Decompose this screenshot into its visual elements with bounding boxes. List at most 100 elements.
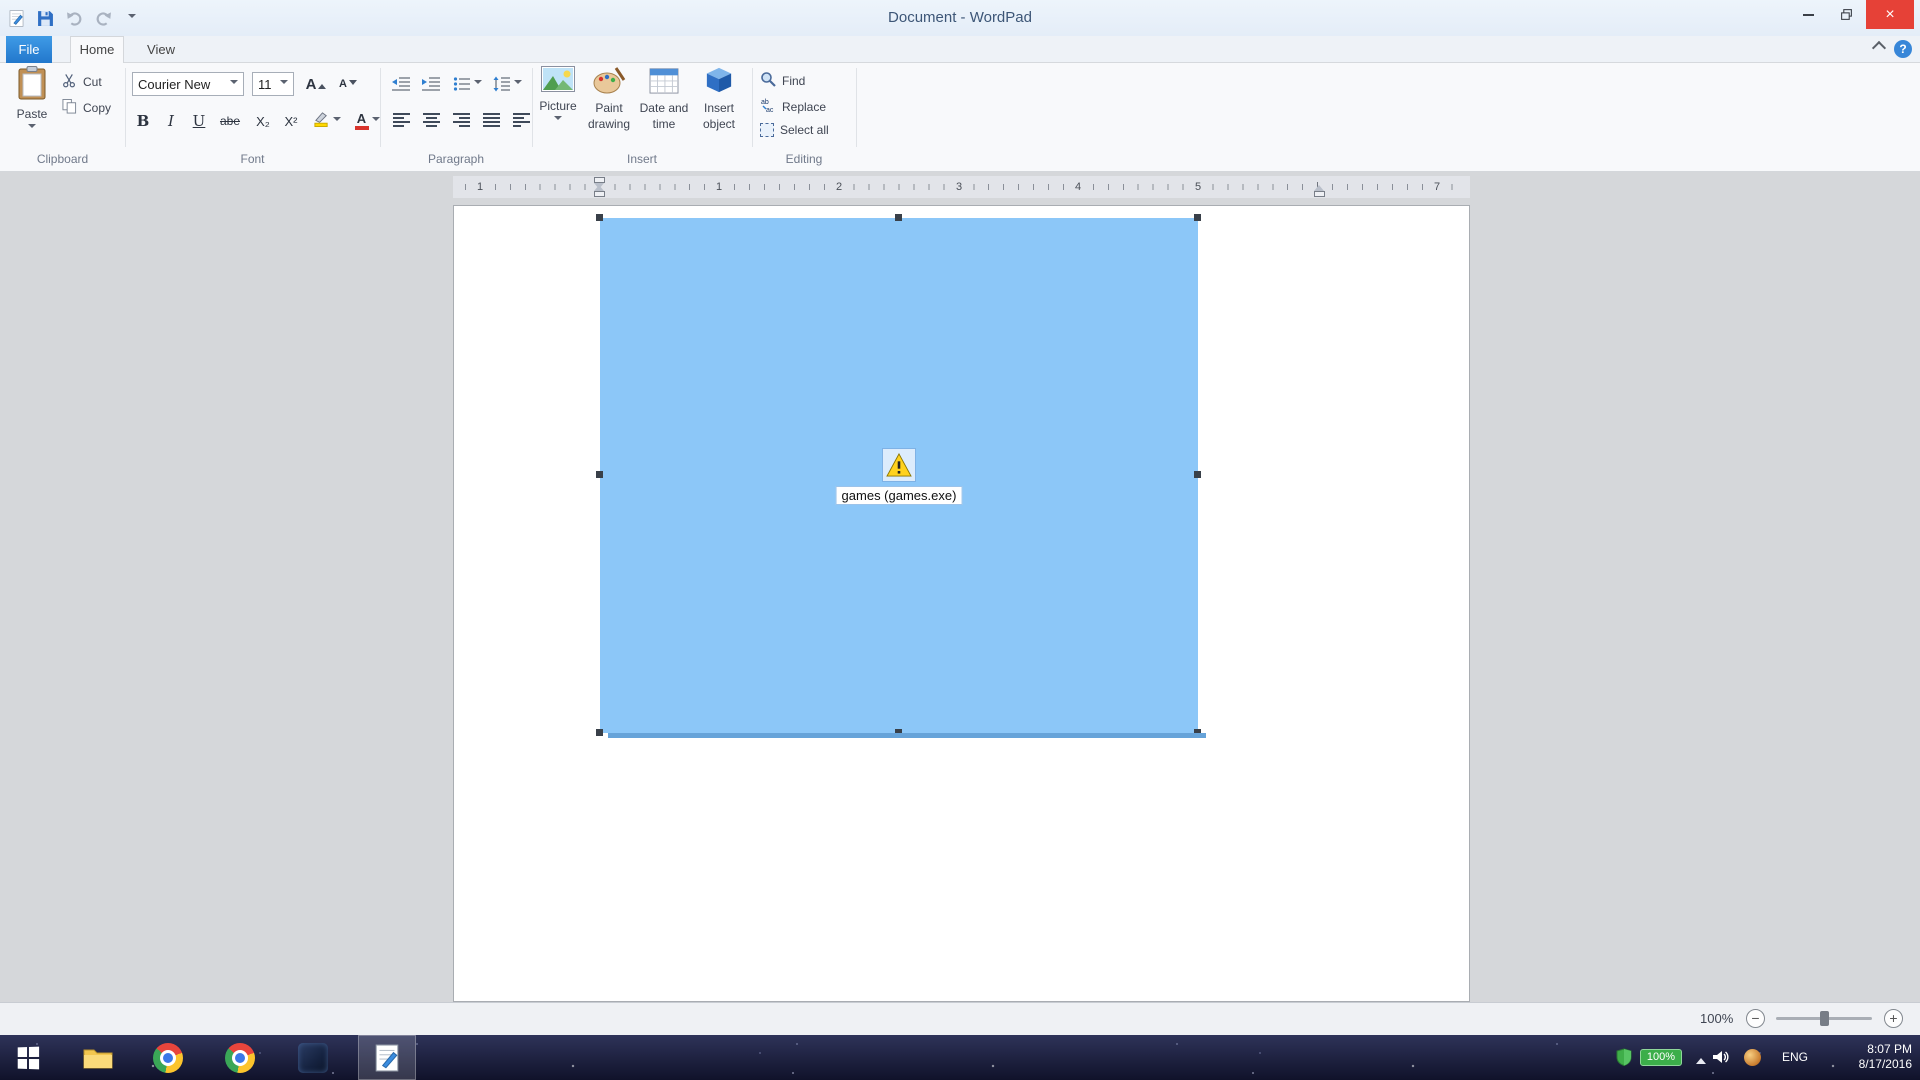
grow-font-button[interactable]: A [302,71,330,97]
tab-file[interactable]: File [6,36,52,63]
selection-handle[interactable] [596,729,603,736]
selection-handle[interactable] [895,214,902,221]
line-spacing-button[interactable] [490,72,524,96]
cut-label: Cut [83,75,102,89]
font-size-select[interactable]: 11 [252,72,294,96]
selection-handle[interactable] [596,471,603,478]
copy-label: Copy [83,101,111,115]
desktop: Document - WordPad × File Home View ? Pa… [0,0,1920,1080]
restore-button[interactable] [1828,0,1864,29]
tray-volume-icon[interactable] [1712,1049,1730,1070]
align-left-button[interactable] [388,108,414,132]
increase-indent-button[interactable] [418,72,444,96]
tab-view[interactable]: View [136,36,186,63]
justify-button[interactable] [478,108,504,132]
taskbar-wordpad-button[interactable] [358,1035,416,1080]
paint-drawing-label-line2: drawing [588,118,630,131]
chevron-down-icon [280,80,288,88]
calendar-icon [648,66,680,99]
date-and-time-button[interactable]: Date and time [637,66,691,131]
underline-button[interactable]: U [186,108,212,134]
copy-icon [62,99,77,117]
paragraph-dialog-button[interactable] [508,108,534,132]
find-label: Find [782,74,805,88]
italic-button[interactable]: I [158,108,184,134]
group-separator [125,68,126,147]
zoom-in-button[interactable]: + [1884,1009,1903,1028]
insert-object-label-line2: object [703,118,735,131]
tray-battery-indicator[interactable]: 100% [1640,1049,1682,1066]
paint-drawing-label-line1: Paint [595,102,622,115]
subscript-button[interactable]: X₂ [250,108,276,134]
paint-drawing-button[interactable]: Paint drawing [583,66,635,131]
tray-health-shield-icon[interactable] [1616,1048,1632,1071]
ruler[interactable]: 1 1 2 3 4 5 7 [453,176,1470,198]
replace-button[interactable]: abac Replace [760,97,826,116]
right-indent-marker[interactable] [1314,191,1325,197]
list-button[interactable] [450,72,484,96]
selection-handle[interactable] [1194,471,1201,478]
cut-button[interactable]: Cut [62,73,102,91]
shrink-font-button[interactable]: A [334,71,362,97]
copy-button[interactable]: Copy [62,99,111,117]
highlight-color-button[interactable] [308,108,346,134]
tray-date: 8/17/2016 [1830,1057,1912,1072]
left-indent-marker[interactable] [594,191,605,197]
superscript-icon: X² [285,114,298,129]
embedded-object[interactable]: games (games.exe) [600,218,1198,733]
zoom-slider-thumb[interactable] [1820,1011,1829,1026]
taskbar-dark-app-button[interactable] [287,1035,339,1080]
paste-button[interactable]: Paste [8,66,56,132]
italic-icon: I [168,112,174,130]
find-button[interactable]: Find [760,71,805,90]
selection-handle[interactable] [596,214,603,221]
tray-show-hidden-icons-button[interactable] [1696,1053,1706,1064]
zoom-out-button[interactable]: − [1746,1009,1765,1028]
chevron-down-icon [372,117,380,125]
ruler-number: 1 [474,180,486,194]
paragraph-dialog-icon [513,113,530,127]
close-button[interactable]: × [1866,0,1914,29]
embedded-object-label: games (games.exe) [836,486,963,505]
ruler-number: 2 [833,180,845,194]
insert-picture-button[interactable]: Picture [534,66,582,124]
collapse-ribbon-button[interactable] [1874,43,1884,53]
paragraph-group-label: Paragraph [380,152,532,166]
help-button[interactable]: ? [1894,40,1912,58]
superscript-button[interactable]: X² [278,108,304,134]
select-all-button[interactable]: Select all [760,123,829,137]
strikethrough-button[interactable]: abe [214,108,246,134]
warning-triangle-icon [886,453,912,477]
insert-object-button[interactable]: Insert object [695,66,743,131]
document-page[interactable]: games (games.exe) [453,205,1470,1002]
line-spacing-icon [493,76,511,92]
ruler-number: 4 [1072,180,1084,194]
minimize-button[interactable] [1790,0,1826,29]
group-separator [752,68,753,147]
svg-text:ab: ab [761,99,769,106]
decrease-indent-button[interactable] [388,72,414,96]
scissors-icon [62,73,77,91]
arrow-down-icon [349,80,357,89]
ribbon-tab-strip [0,36,1920,63]
tray-clock[interactable]: 8:07 PM 8/17/2016 [1830,1042,1912,1072]
align-center-button[interactable] [418,108,444,132]
font-family-select[interactable]: Courier New [132,72,244,96]
grow-font-icon: A [306,76,317,93]
bold-button[interactable]: B [130,108,156,134]
games-exe-file-icon[interactable] [882,448,916,482]
tray-language-indicator[interactable]: ENG [1782,1050,1808,1065]
replace-icon: abac [760,97,776,116]
tray-planet-icon[interactable] [1744,1049,1761,1066]
taskbar-chrome-button[interactable] [142,1035,194,1080]
chevron-up-icon [1872,41,1886,55]
selection-handle[interactable] [1194,214,1201,221]
start-button[interactable] [4,1035,52,1080]
align-right-button[interactable] [448,108,474,132]
taskbar-chrome-2-button[interactable] [214,1035,266,1080]
font-color-button[interactable]: A [350,108,384,134]
align-right-icon [453,113,470,127]
tab-home[interactable]: Home [70,36,124,63]
taskbar-file-explorer-button[interactable] [72,1035,124,1080]
font-color-icon: A [355,112,369,130]
